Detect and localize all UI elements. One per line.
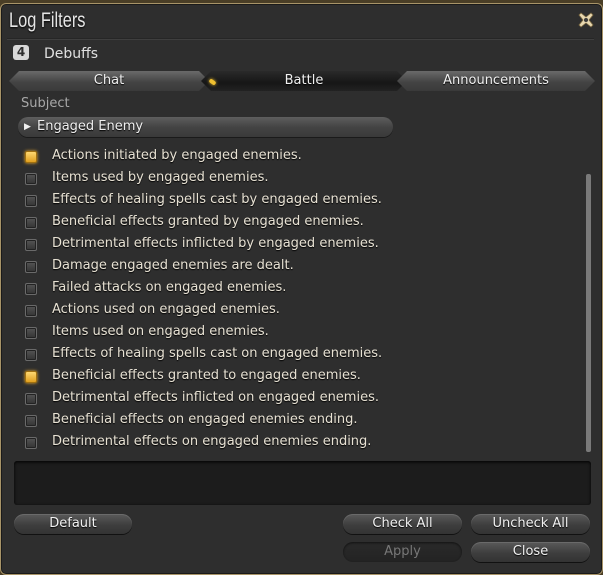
filter-item[interactable]: Beneficial effects granted to engaged en… [23,367,563,389]
filter-item[interactable]: Items used by engaged enemies. [23,169,563,191]
filter-label: Detrimental effects inflicted by engaged… [52,236,379,251]
filter-item[interactable]: Items used on engaged enemies. [23,323,563,345]
close-window-button[interactable] [576,10,596,30]
filter-checkbox[interactable] [25,349,37,361]
filter-label: Actions used on engaged enemies. [52,302,280,317]
filter-checkbox[interactable] [25,415,37,427]
check-all-button[interactable]: Check All [343,514,462,534]
subject-dropdown[interactable]: ▶ Engaged Enemy [18,117,393,137]
filter-checkbox[interactable] [25,173,37,185]
filter-item[interactable]: Effects of healing spells cast by engage… [23,191,563,213]
filter-label: Effects of healing spells cast by engage… [52,192,382,207]
filter-label: Effects of healing spells cast on engage… [52,346,383,361]
subject-selected-value: Engaged Enemy [37,119,144,134]
filter-tabs: Chat Battle Announcements [9,71,595,91]
filter-item[interactable]: Actions initiated by engaged enemies. [23,147,563,169]
filter-checkbox[interactable] [25,261,37,273]
filter-checkbox[interactable] [25,217,37,229]
filter-list: Actions initiated by engaged enemies. Ite… [23,147,563,455]
subject-label: Subject [21,96,70,111]
default-button[interactable]: Default [14,514,132,534]
apply-button[interactable]: Apply [343,542,462,562]
filter-item[interactable]: Detrimental effects inflicted by engaged… [23,235,563,257]
tab-battle-label: Battle [284,73,324,88]
tab-chat[interactable]: Chat [9,71,209,91]
filter-checkbox[interactable] [25,151,37,163]
filter-checkbox[interactable] [25,437,37,449]
filter-checkbox[interactable] [25,371,37,383]
uncheck-all-button[interactable]: Uncheck All [471,514,590,534]
filter-item[interactable]: Effects of healing spells cast on engage… [23,345,563,367]
filter-label: Beneficial effects on engaged enemies en… [52,412,358,427]
close-icon [578,12,594,28]
filter-checkbox[interactable] [25,195,37,207]
filter-item[interactable]: Failed attacks on engaged enemies. [23,279,563,301]
tab-announcements[interactable]: Announcements [397,71,595,91]
filter-item[interactable]: Beneficial effects on engaged enemies en… [23,411,563,433]
log-filters-window: Log Filters 4 Debuffs Chat Battle Announ… [0,3,603,575]
filter-label: Items used by engaged enemies. [52,170,269,185]
filter-checkbox[interactable] [25,239,37,251]
filter-label: Beneficial effects granted to engaged en… [52,368,361,383]
active-tab-indicator [208,78,216,85]
filter-checkbox[interactable] [25,327,37,339]
preset-name: Debuffs [44,46,99,62]
tab-battle[interactable]: Battle [201,71,407,91]
filter-checkbox[interactable] [25,283,37,295]
filter-label: Failed attacks on engaged enemies. [52,280,287,295]
filter-item[interactable]: Detrimental effects inflicted on engaged… [23,389,563,411]
filter-label: Detrimental effects on engaged enemies e… [52,434,372,449]
dropdown-arrow-icon: ▶ [24,122,31,132]
window-title: Log Filters [9,9,86,32]
description-box [14,461,591,505]
preset-number-icon: 4 [13,45,29,60]
filter-label: Items used on engaged enemies. [52,324,269,339]
filter-item[interactable]: Actions used on engaged enemies. [23,301,563,323]
title-separator [7,38,594,40]
filter-item[interactable]: Damage engaged enemies are dealt. [23,257,563,279]
filter-list-scrollbar[interactable] [586,174,591,452]
filter-label: Beneficial effects granted by engaged en… [52,214,364,229]
close-button[interactable]: Close [471,542,590,562]
filter-checkbox[interactable] [25,393,37,405]
filter-item[interactable]: Detrimental effects on engaged enemies e… [23,433,563,455]
filter-label: Damage engaged enemies are dealt. [52,258,294,273]
filter-label: Actions initiated by engaged enemies. [52,148,302,163]
filter-checkbox[interactable] [25,305,37,317]
filter-item[interactable]: Beneficial effects granted by engaged en… [23,213,563,235]
filter-label: Detrimental effects inflicted on engaged… [52,390,379,405]
